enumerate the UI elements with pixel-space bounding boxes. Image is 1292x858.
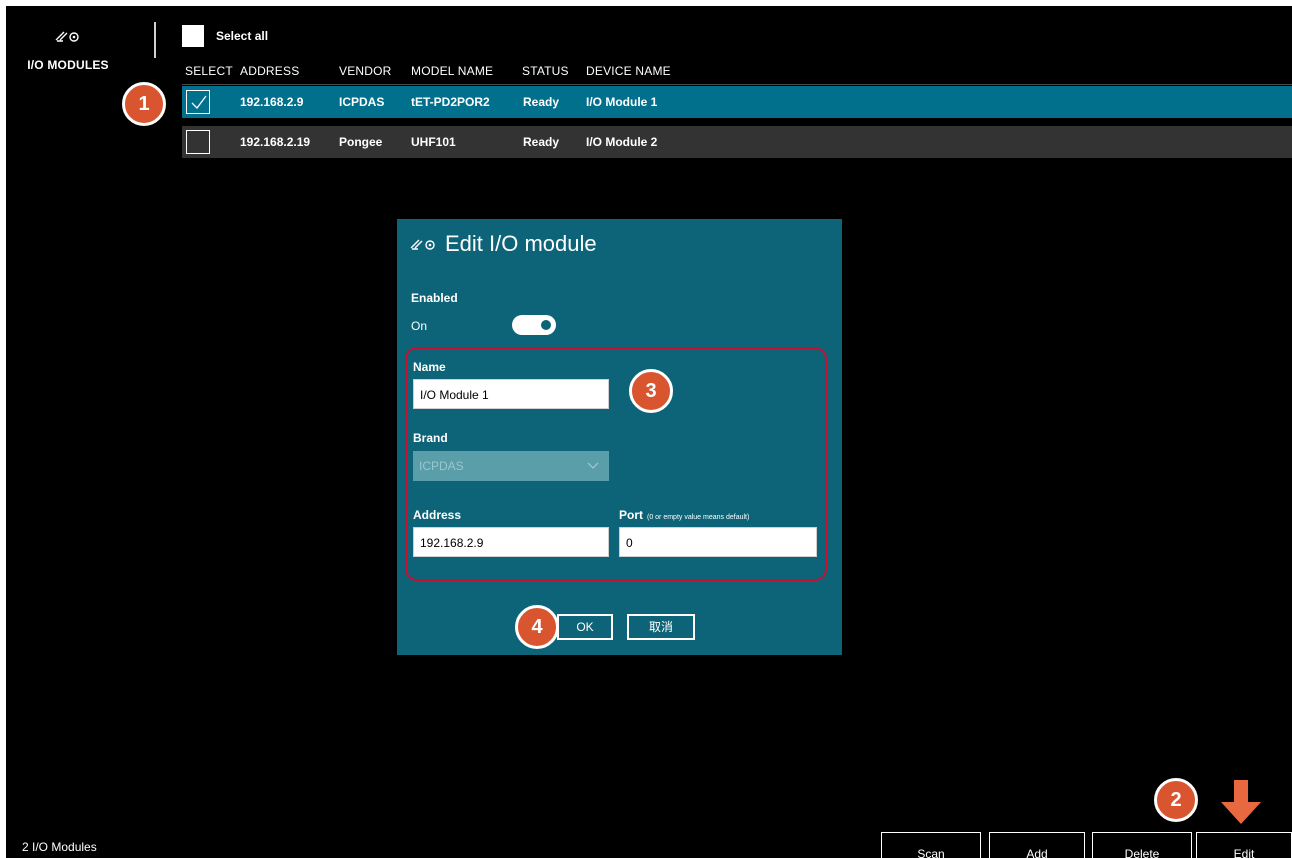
port-label: Port (619, 508, 643, 522)
brand-label: Brand (413, 431, 448, 445)
ok-button[interactable]: OK (557, 614, 613, 640)
select-all-label: Select all (216, 29, 269, 43)
column-header-vendor[interactable]: VENDOR (339, 64, 392, 78)
cell-vendor: ICPDAS (339, 95, 385, 109)
cell-address: 192.168.2.9 (240, 95, 304, 109)
address-label: Address (413, 508, 462, 522)
cell-model-name: UHF101 (411, 135, 456, 149)
callout-1: 1 (122, 82, 166, 126)
brand-select-value: ICPDAS (419, 459, 464, 473)
row-checkbox-checked[interactable] (186, 90, 210, 114)
module-count-status: 2 I/O Modules (22, 840, 97, 854)
header-divider (182, 84, 1292, 85)
sidebar-nav-io-modules[interactable]: I/O MODULES (6, 6, 146, 96)
add-button[interactable]: Add (989, 832, 1085, 858)
callout-4: 4 (515, 605, 559, 649)
sensor-icon (410, 239, 435, 250)
address-input[interactable]: 192.168.2.9 (413, 527, 609, 557)
delete-button[interactable]: Delete (1092, 832, 1192, 858)
callout-2: 2 (1154, 778, 1198, 822)
cell-vendor: Pongee (339, 135, 383, 149)
nav-divider (154, 22, 156, 58)
select-all[interactable]: Select all (182, 24, 268, 48)
port-hint: (0 or empty value means default) (647, 514, 750, 521)
row-checkbox-unchecked[interactable] (186, 130, 210, 154)
column-header-select[interactable]: SELECT (185, 64, 233, 78)
scan-button[interactable]: Scan (881, 832, 981, 858)
column-header-device-name[interactable]: DEVICE NAME (586, 64, 671, 78)
io-modules-app: I/O MODULES Select all SELECT ADDRESS VE… (6, 6, 1292, 858)
select-all-checkbox[interactable] (182, 25, 204, 47)
cell-status: Ready (523, 95, 560, 109)
toggle-knob (541, 320, 551, 330)
cancel-button[interactable]: 取消 (627, 614, 695, 640)
edit-io-module-dialog: Edit I/O module Enabled On 3 Name I/O Mo… (397, 219, 842, 655)
table-row[interactable]: 192.168.2.19 Pongee UHF101 Ready I/O Mod… (182, 126, 1292, 158)
checkmark-icon (191, 95, 207, 109)
cell-address: 192.168.2.19 (240, 135, 311, 149)
table-row[interactable]: 192.168.2.9 ICPDAS tET-PD2POR2 Ready I/O… (182, 86, 1292, 118)
name-label: Name (413, 360, 446, 374)
column-header-status[interactable]: STATUS (522, 64, 569, 78)
brand-select[interactable]: ICPDAS (413, 451, 609, 481)
chevron-down-icon (587, 462, 599, 469)
callout-3: 3 (629, 369, 673, 413)
arrow-down-icon (1221, 780, 1261, 824)
dialog-title: Edit I/O module (409, 231, 597, 257)
port-input[interactable]: 0 (619, 527, 817, 557)
name-input[interactable]: I/O Module 1 (413, 379, 609, 409)
enabled-toggle[interactable] (512, 315, 556, 335)
cell-device-name: I/O Module 1 (586, 95, 658, 109)
column-header-model-name[interactable]: MODEL NAME (411, 64, 493, 78)
cell-status: Ready (523, 135, 560, 149)
column-header-address[interactable]: ADDRESS (240, 64, 299, 78)
enabled-label: Enabled (411, 291, 458, 305)
toggle-state-label: On (411, 319, 428, 333)
sensor-icon (55, 31, 79, 42)
cell-device-name: I/O Module 2 (586, 135, 658, 149)
nav-label: I/O MODULES (27, 58, 109, 72)
edit-button[interactable]: Edit (1196, 832, 1292, 858)
dialog-title-text: Edit I/O module (445, 231, 597, 256)
port-label-group: Port (0 or empty value means default) (619, 508, 749, 522)
cell-model-name: tET-PD2POR2 (411, 95, 490, 109)
